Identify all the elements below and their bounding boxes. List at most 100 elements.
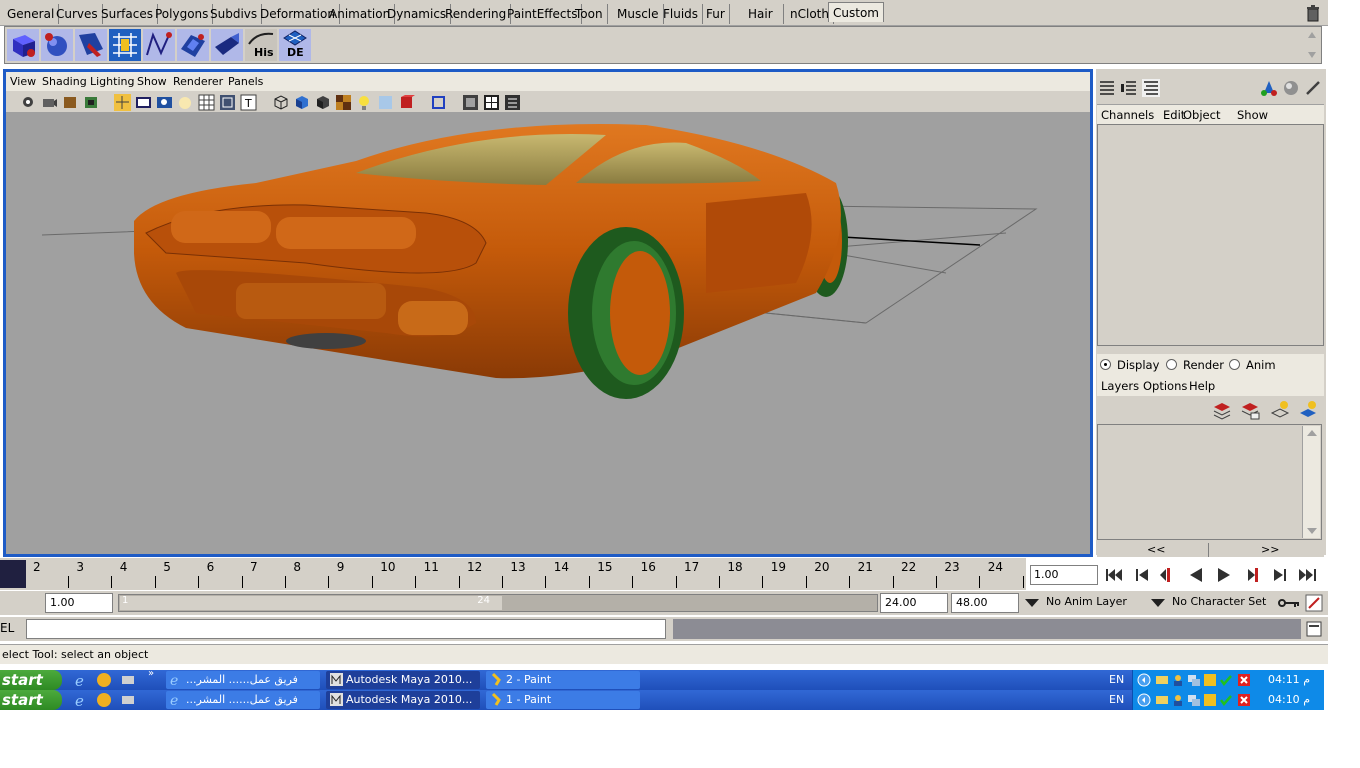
tray-check-icon[interactable]: [1219, 693, 1233, 707]
grid-toggle-icon[interactable]: [114, 94, 131, 111]
polygon-cube-icon[interactable]: [7, 29, 39, 61]
character-set-dropdown-icon[interactable]: [1148, 596, 1168, 610]
pager-next-button[interactable]: >>: [1261, 543, 1279, 556]
film-gate-icon[interactable]: [135, 94, 152, 111]
taskbar-maya-window[interactable]: Autodesk Maya 2010...: [326, 671, 480, 689]
go-to-start-icon[interactable]: [1102, 565, 1126, 585]
shelf-tab-ncloth[interactable]: nCloth: [786, 4, 834, 24]
menu-renderer[interactable]: Renderer: [173, 75, 223, 88]
playback-end-field[interactable]: 48.00: [951, 593, 1019, 613]
safe-title-icon[interactable]: T: [240, 94, 257, 111]
menu-show[interactable]: Show: [137, 75, 167, 88]
tray-expand-icon[interactable]: [1137, 693, 1151, 707]
tray-antivirus-icon[interactable]: [1237, 693, 1251, 707]
camera-attributes-icon[interactable]: [41, 94, 58, 111]
media-player-icon[interactable]: [96, 692, 112, 708]
anim-layer-dropdown-icon[interactable]: [1022, 596, 1042, 610]
layer-editor-toggle-icon[interactable]: [1142, 79, 1160, 97]
start-time-field[interactable]: 1.00: [45, 593, 113, 613]
start-button[interactable]: start: [0, 670, 62, 690]
current-frame-field[interactable]: 1.00: [1030, 565, 1098, 585]
step-forward-icon[interactable]: [1240, 565, 1264, 585]
menu-shading[interactable]: Shading: [42, 75, 87, 88]
flat-shade-icon[interactable]: [314, 94, 331, 111]
shelf-tab-toon[interactable]: Toon: [571, 4, 608, 24]
end-time-field[interactable]: 24.00: [880, 593, 948, 613]
step-forward-key-icon[interactable]: [1268, 565, 1292, 585]
internet-explorer-icon[interactable]: e: [74, 672, 90, 688]
tray-user-icon[interactable]: [1171, 693, 1185, 707]
new-layer-selected-icon[interactable]: [1239, 399, 1261, 421]
menu-panels[interactable]: Panels: [228, 75, 263, 88]
select-tool-icon[interactable]: [75, 29, 107, 61]
shelf-scroll-icon[interactable]: [1307, 30, 1317, 60]
render-sphere-icon[interactable]: [1282, 79, 1300, 97]
tray-mail-icon[interactable]: [1155, 673, 1169, 687]
language-indicator[interactable]: EN: [1109, 693, 1124, 706]
range-slider-handle[interactable]: 1 24: [120, 595, 502, 610]
pen-tool-icon[interactable]: [1304, 79, 1322, 97]
menu-channels[interactable]: Channels: [1101, 108, 1154, 122]
lights-icon[interactable]: [356, 94, 373, 111]
anim-radio[interactable]: [1229, 359, 1240, 370]
xray-icon[interactable]: [398, 94, 415, 111]
character-set-selector[interactable]: No Character Set: [1170, 592, 1274, 614]
menu-view[interactable]: View: [10, 75, 36, 88]
menu-layers[interactable]: Layers: [1101, 379, 1139, 393]
go-to-end-icon[interactable]: [1296, 565, 1320, 585]
taskbar-browser-window[interactable]: e ...فريق عمل...... المشر: [166, 671, 320, 689]
shelf-tab-rendering[interactable]: Rendering: [441, 4, 512, 24]
shelf-tab-hair[interactable]: Hair: [744, 4, 784, 24]
auto-key-icon[interactable]: [1276, 594, 1302, 612]
clock[interactable]: 04:11 م: [1268, 673, 1310, 686]
outliner-view-icon[interactable]: [504, 94, 521, 111]
shelf-tab-fur[interactable]: Fur: [702, 4, 730, 24]
layer-sparkle-icon[interactable]: [1297, 399, 1319, 421]
command-input[interactable]: [26, 619, 666, 639]
attribute-editor-toggle-icon[interactable]: [1120, 79, 1138, 97]
media-player-icon[interactable]: [96, 672, 112, 688]
tray-antivirus-icon[interactable]: [1237, 673, 1251, 687]
channel-box[interactable]: [1097, 124, 1324, 346]
anim-layer-selector[interactable]: No Anim Layer: [1044, 592, 1144, 614]
current-time-marker[interactable]: [0, 560, 26, 588]
menu-edit[interactable]: Edit: [1163, 108, 1185, 122]
four-view-icon[interactable]: [483, 94, 500, 111]
command-language-label[interactable]: EL: [0, 621, 14, 635]
time-slider[interactable]: 2 3 4 5 6 7 8 9 10 11 12 13 14 15 16 17 18 19 20 21 22 23 24: [0, 558, 1026, 590]
animation-preferences-icon[interactable]: [1305, 594, 1323, 612]
shelf-tab-surfaces[interactable]: Surfaces: [97, 4, 158, 24]
tray-security-icon[interactable]: [1203, 673, 1217, 687]
taskbar-maya-window[interactable]: Autodesk Maya 2010...: [326, 691, 480, 709]
taskbar-paint-window[interactable]: 2 - Paint: [486, 671, 640, 689]
shelf-tab-muscle[interactable]: Muscle: [613, 4, 664, 24]
menu-lighting[interactable]: Lighting: [90, 75, 134, 88]
viewport-scene[interactable]: [6, 113, 1090, 554]
layer-list-scrollbar[interactable]: [1302, 426, 1320, 538]
shelf-tab-general[interactable]: General: [3, 4, 60, 24]
tray-network-icon[interactable]: [1187, 693, 1201, 707]
safe-action-icon[interactable]: [219, 94, 236, 111]
manipulator-icon[interactable]: [1260, 79, 1278, 97]
channel-box-toggle-icon[interactable]: [1098, 79, 1116, 97]
menu-help[interactable]: Help: [1189, 379, 1215, 393]
script-editor-icon[interactable]: [1306, 621, 1322, 637]
play-backward-icon[interactable]: [1184, 565, 1208, 585]
tray-network-icon[interactable]: [1187, 673, 1201, 687]
trash-icon[interactable]: [1305, 4, 1321, 22]
bookmark-icon[interactable]: [62, 94, 79, 111]
shelf-tab-fluids[interactable]: Fluids: [659, 4, 704, 24]
extrude-icon[interactable]: [177, 29, 209, 61]
delete-history-icon[interactable]: DE: [279, 29, 311, 61]
tray-security-icon[interactable]: [1203, 693, 1217, 707]
display-radio[interactable]: [1100, 359, 1111, 370]
internet-explorer-icon[interactable]: e: [74, 692, 90, 708]
render-radio[interactable]: [1166, 359, 1177, 370]
new-layer-icon[interactable]: [1211, 399, 1233, 421]
tray-check-icon[interactable]: [1219, 673, 1233, 687]
gate-mask-icon[interactable]: [177, 94, 194, 111]
show-desktop-icon[interactable]: [120, 692, 136, 708]
texture-icon[interactable]: [335, 94, 352, 111]
shelf-tab-subdivs[interactable]: Subdivs: [206, 4, 263, 24]
tray-expand-icon[interactable]: [1137, 673, 1151, 687]
